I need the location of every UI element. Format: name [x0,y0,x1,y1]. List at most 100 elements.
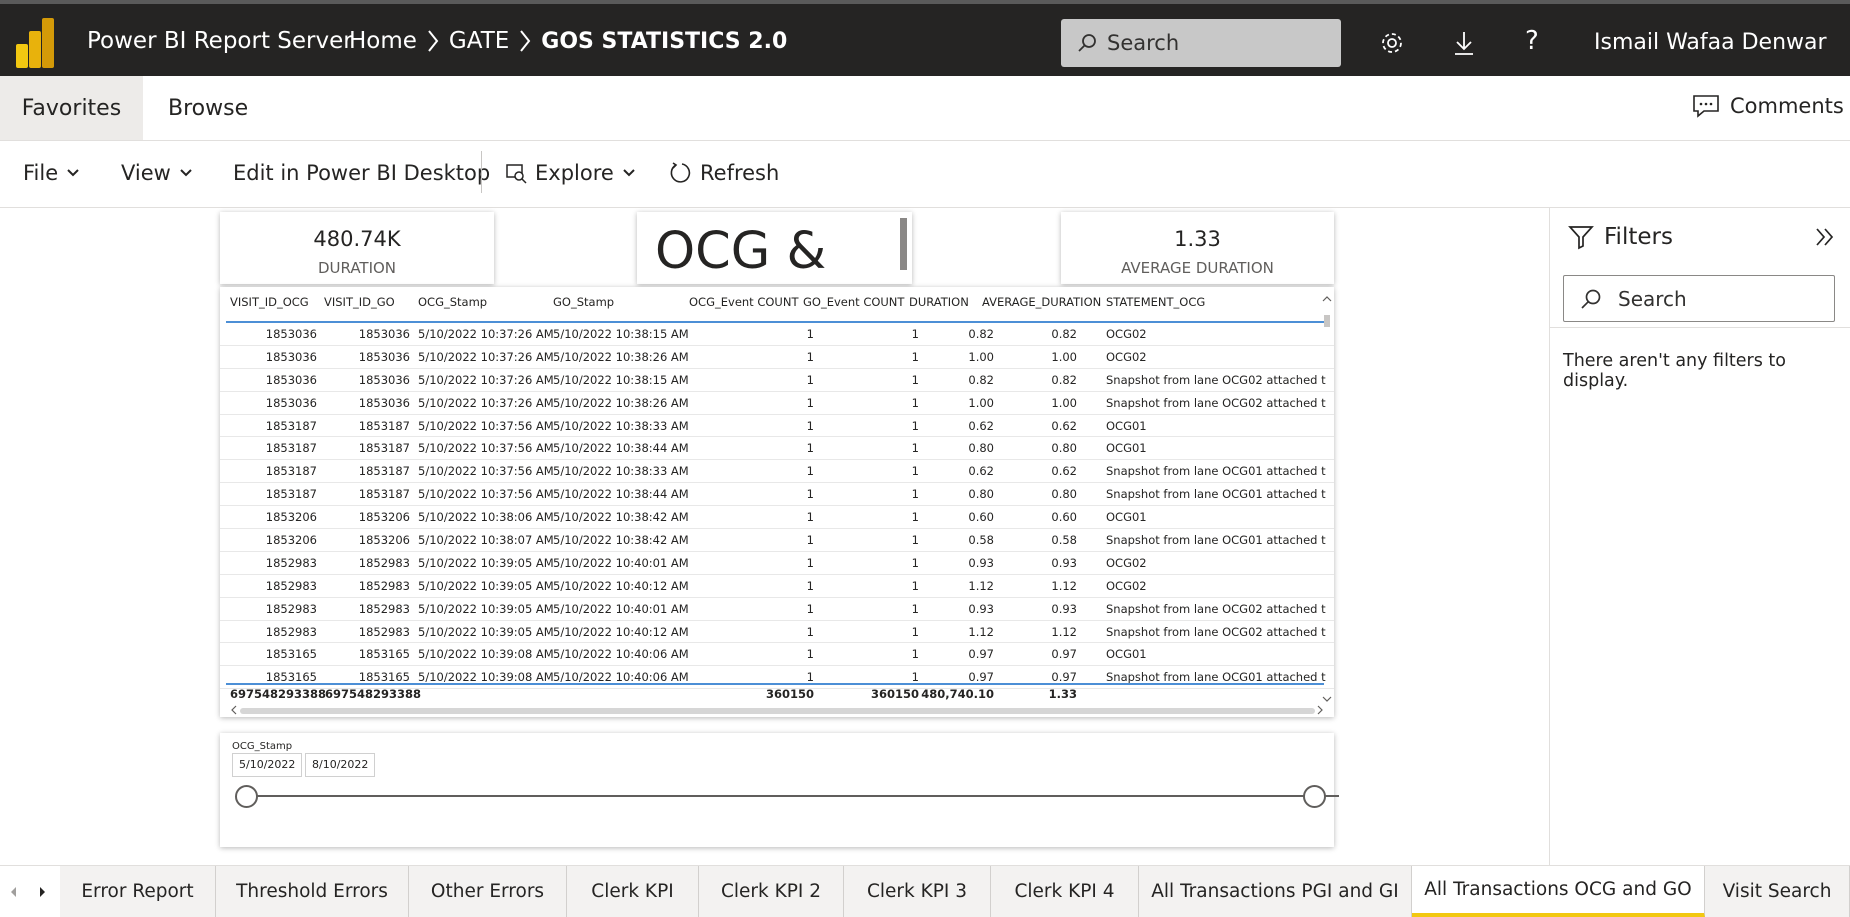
chevron-down-icon [67,169,79,177]
tab-clerk-kpi-2[interactable]: Clerk KPI 2 [699,866,844,917]
tab-threshold-errors[interactable]: Threshold Errors [216,866,409,917]
table-row[interactable]: 1853036 1853036 5/10/2022 10:37:26 AM 5/10/… [220,392,1334,415]
refresh-button[interactable]: Refresh [668,161,779,185]
tab-all-transactions-ocg-go[interactable]: All Transactions OCG and GO [1412,866,1705,917]
slicer-track[interactable] [245,795,1339,797]
tab-clerk-kpi-3[interactable]: Clerk KPI 3 [844,866,991,917]
cell-duration: 1.12 [968,624,994,639]
help-icon[interactable]: ? [1525,26,1539,56]
col-go-event-count[interactable]: GO_Event COUNT [803,295,904,309]
cell-go-stamp: 5/10/2022 10:38:44 AM [553,487,689,502]
slicer-start-handle[interactable] [235,785,258,808]
search-box[interactable]: Search [1061,19,1341,67]
table-row[interactable]: 1853206 1853206 5/10/2022 10:38:06 AM 5/10/… [220,506,1334,530]
cell-ocg-event-count: 1 [806,555,814,570]
scroll-down-icon [1322,696,1332,702]
cell-ocg-event-count: 1 [806,349,814,364]
user-name[interactable]: Ismail Wafaa Denwar [1594,30,1827,55]
table-row[interactable]: 1853187 1853187 5/10/2022 10:37:56 AM 5/10/… [220,437,1334,461]
table-row[interactable]: 1853165 1853165 5/10/2022 10:39:08 AM 5/10/… [220,643,1334,667]
collapse-pane-icon[interactable] [1814,226,1836,252]
settings-icon[interactable] [1379,30,1405,56]
tab-all-transactions-pgi-gi[interactable]: All Transactions PGI and GI [1139,866,1412,917]
nav-favorites[interactable]: Favorites [0,76,143,140]
cell-statement-ocg: Snapshot from lane OCG02 attached to v [1106,372,1326,387]
horizontal-scroll-thumb[interactable] [240,708,1315,714]
tab-clerk-kpi[interactable]: Clerk KPI [567,866,699,917]
col-average-duration[interactable]: AVERAGE_DURATION [982,295,1101,309]
cell-statement-ocg: OCG01 [1106,510,1147,525]
title-card[interactable]: OCG & GO [637,212,912,340]
cell-average-duration: 0.58 [1051,533,1077,548]
table-row[interactable]: 1853036 1853036 5/10/2022 10:37:26 AM 5/10/… [220,323,1334,346]
cell-visit-id-go: 1853187 [358,487,410,502]
slicer-end-date[interactable]: 8/10/2022 [305,753,376,777]
col-visit-id-ocg[interactable]: VISIT_ID_OCG [230,295,309,309]
filters-search-input[interactable]: Search [1563,275,1835,322]
col-go-stamp[interactable]: GO_Stamp [553,295,614,309]
slicer-end-handle[interactable] [1303,785,1326,808]
cell-ocg-stamp: 5/10/2022 10:37:56 AM [418,487,554,502]
download-icon[interactable] [1451,30,1477,56]
refresh-label: Refresh [700,161,780,185]
cell-go-stamp: 5/10/2022 10:38:26 AM [553,395,689,410]
view-menu[interactable]: View [121,161,193,185]
col-visit-id-go[interactable]: VISIT_ID_GO [324,295,395,309]
total-visit-id-ocg: 697548293388 [230,687,327,701]
table-row[interactable]: 1853187 1853187 5/10/2022 10:37:56 AM 5/10/… [220,415,1334,438]
kpi-average-value: 1.33 [1174,227,1221,251]
cell-statement-ocg: OCG01 [1106,418,1147,433]
table-row[interactable]: 1853187 1853187 5/10/2022 10:37:56 AM 5/10/… [220,460,1334,484]
explore-menu[interactable]: Explore [505,161,636,185]
table-row[interactable]: 1852983 1852983 5/10/2022 10:39:05 AM 5/10/… [220,552,1334,575]
cell-visit-id-go: 1853036 [358,395,410,410]
cell-average-duration: 1.00 [1051,395,1077,410]
col-ocg-event-count[interactable]: OCG_Event COUNT [689,295,798,309]
cell-go-stamp: 5/10/2022 10:38:42 AM [553,510,689,525]
cell-duration: 0.82 [968,327,994,341]
tab-visit-search[interactable]: Visit Search [1705,866,1850,917]
table-row[interactable]: 1853036 1853036 5/10/2022 10:37:26 AM 5/10/… [220,346,1334,369]
cell-go-stamp: 5/10/2022 10:38:44 AM [553,441,689,456]
table-row[interactable]: 1852983 1852983 5/10/2022 10:39:05 AM 5/10/… [220,621,1334,644]
vertical-scroll-thumb[interactable] [1324,315,1330,327]
data-table[interactable]: VISIT_ID_OCG VISIT_ID_GO OCG_Stamp GO_St… [220,287,1334,717]
tab-error-report[interactable]: Error Report [60,866,216,917]
col-duration[interactable]: DURATION [909,295,969,309]
file-menu[interactable]: File [23,161,80,185]
table-vertical-scrollbar[interactable] [1322,295,1332,703]
breadcrumb-gate[interactable]: GATE [449,28,509,54]
table-row[interactable]: 1853036 1853036 5/10/2022 10:37:26 AM 5/10/… [220,369,1334,392]
cell-average-duration: 1.12 [1051,578,1077,593]
edit-in-desktop-button[interactable]: Edit in Power BI Desktop [233,161,490,185]
cell-go-stamp: 5/10/2022 10:40:01 AM [553,601,689,616]
cell-visit-id-go: 1853187 [358,441,410,456]
date-slicer[interactable]: OCG_Stamp 5/10/2022 8/10/2022 [220,733,1339,847]
tab-other-errors[interactable]: Other Errors [409,866,567,917]
cell-visit-id-ocg: 1853187 [265,441,317,456]
tab-prev-icon[interactable] [0,866,26,917]
kpi-card-average-duration[interactable]: 1.33 AVERAGE DURATION [1061,212,1334,284]
comments-button[interactable]: Comments [1692,94,1844,118]
col-statement-ocg[interactable]: STATEMENT_OCG [1106,295,1205,309]
filters-pane: Filters Search There aren't any filters … [1549,208,1850,865]
slicer-start-date[interactable]: 5/10/2022 [232,753,303,777]
tab-next-icon[interactable] [26,866,60,917]
table-row[interactable]: 1853187 1853187 5/10/2022 10:37:56 AM 5/10/… [220,483,1334,507]
table-horizontal-scrollbar[interactable] [230,705,1323,715]
tab-clerk-kpi-4[interactable]: Clerk KPI 4 [991,866,1139,917]
cell-statement-ocg: OCG02 [1106,327,1147,341]
table-body: 1853036 1853036 5/10/2022 10:37:26 AM 5/10/… [220,323,1334,690]
breadcrumb-home[interactable]: Home [349,28,417,54]
nav-browse[interactable]: Browse [168,96,248,121]
app-title[interactable]: Power BI Report Server [87,28,353,54]
table-row[interactable]: 1852983 1852983 5/10/2022 10:39:05 AM 5/10/… [220,575,1334,598]
cell-visit-id-go: 1853165 [358,647,410,662]
col-ocg-stamp[interactable]: OCG_Stamp [418,295,487,309]
table-row[interactable]: 1853206 1853206 5/10/2022 10:38:07 AM 5/10/… [220,529,1334,552]
table-row[interactable]: 1852983 1852983 5/10/2022 10:39:05 AM 5/10/… [220,598,1334,621]
table-row[interactable]: 1853165 1853165 5/10/2022 10:39:08 AM 5/10/… [220,666,1334,690]
total-rule [226,683,1324,685]
kpi-card-duration[interactable]: 480.74K DURATION [220,212,494,284]
table-total-row: 697548293388 697548293388 360150 360150 … [220,687,1334,705]
